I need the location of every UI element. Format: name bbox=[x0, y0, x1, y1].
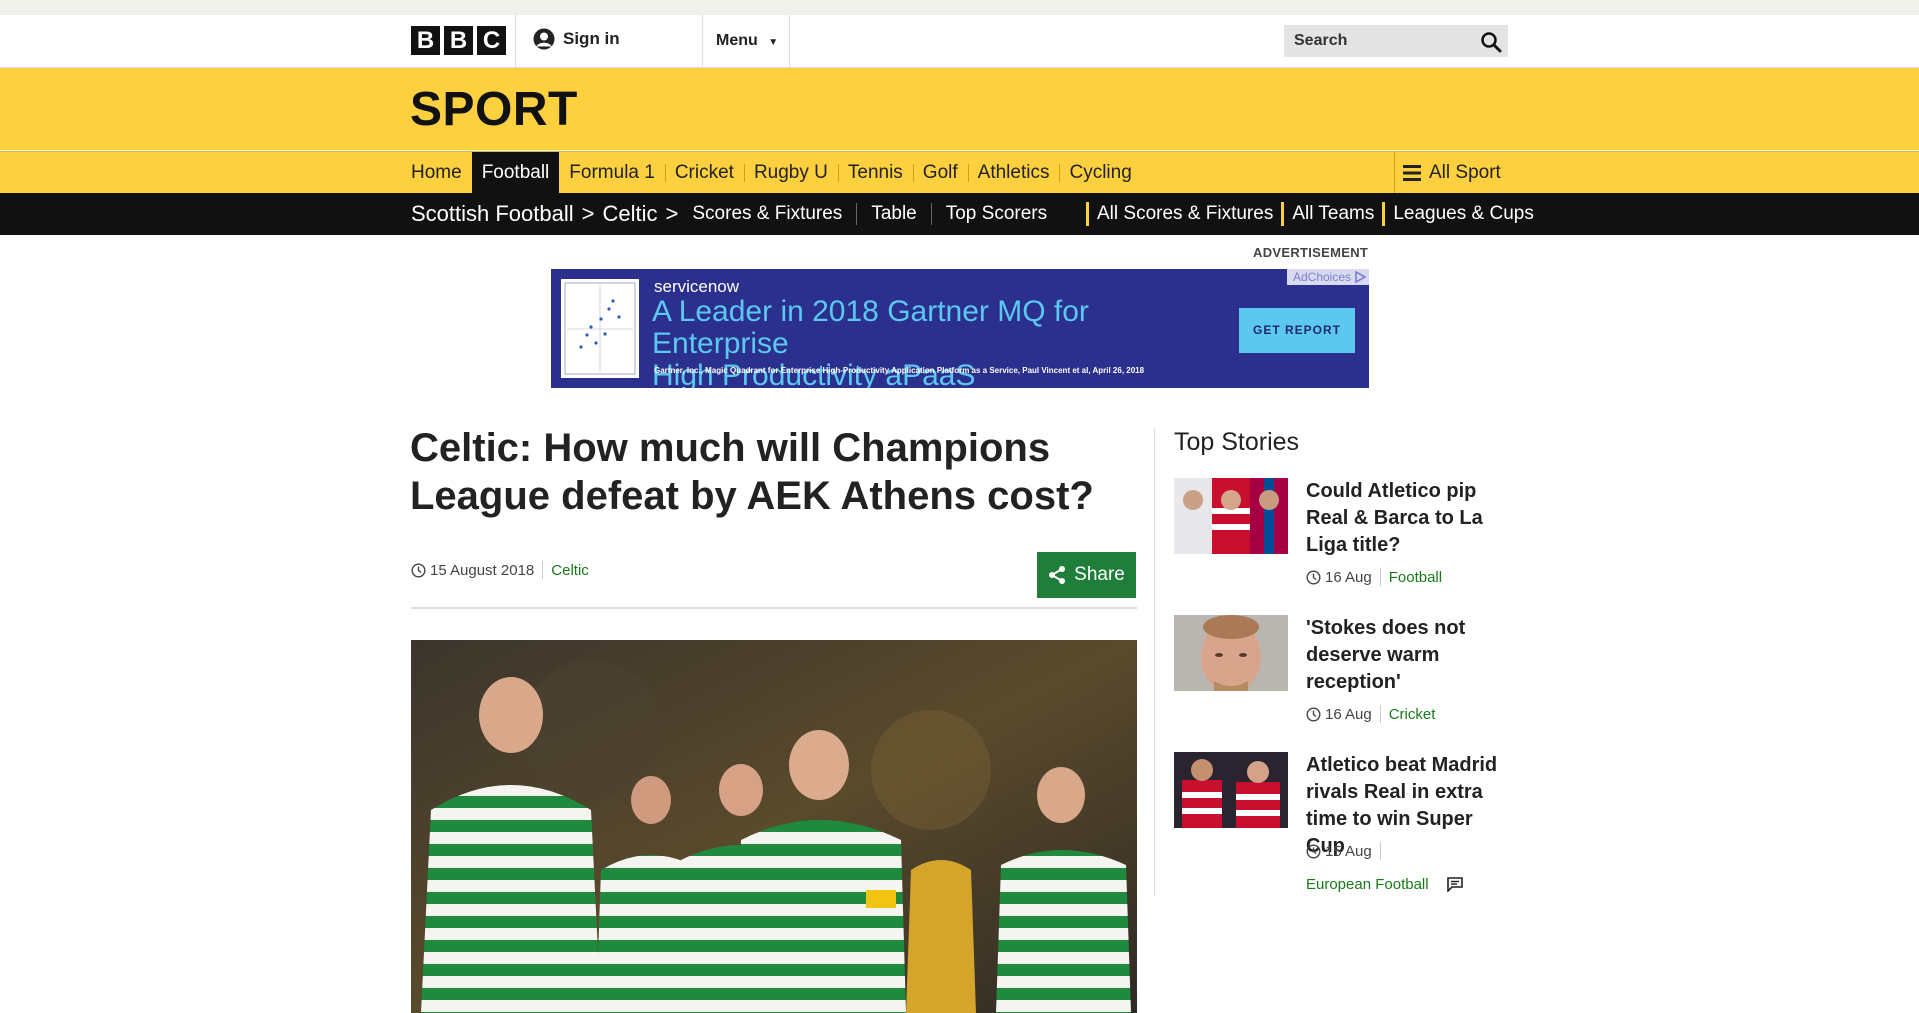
sport-title[interactable]: SPORT bbox=[410, 82, 578, 137]
sub-nav-right: All Scores & Fixtures All Teams Leagues … bbox=[1086, 193, 1542, 235]
adchoices-label: AdChoices bbox=[1292, 270, 1351, 284]
sport-nav-item-cricket[interactable]: Cricket bbox=[664, 152, 744, 194]
meta-divider bbox=[1379, 568, 1381, 586]
story-title[interactable]: Could Atletico pip Real & Barca to La Li… bbox=[1306, 478, 1511, 559]
sub-nav-leagues-cups[interactable]: Leagues & Cups bbox=[1382, 202, 1542, 226]
search-icon bbox=[1481, 32, 1502, 53]
article-headline: Celtic: How much will Champions League d… bbox=[410, 426, 1094, 518]
ad-quadrant-image bbox=[561, 279, 639, 378]
breadcrumb-scottish-football[interactable]: Scottish Football bbox=[411, 201, 574, 227]
article-date: 15 August 2018 bbox=[430, 561, 535, 579]
clock-icon bbox=[1306, 843, 1321, 859]
story-section-link[interactable]: Football bbox=[1389, 569, 1442, 586]
story-thumbnail[interactable] bbox=[1174, 478, 1288, 554]
ad-quadrant-graphic bbox=[564, 282, 636, 375]
menu-label: Menu bbox=[716, 32, 758, 49]
ad-fine-print: Gartner, Inc., Magic Quadrant for Enterp… bbox=[654, 366, 1145, 375]
all-sport-button[interactable]: All Sport bbox=[1394, 152, 1501, 194]
all-sport-label: All Sport bbox=[1429, 162, 1501, 183]
top-stories-title: Top Stories bbox=[1174, 428, 1300, 456]
clock-icon bbox=[1306, 706, 1321, 722]
hero-image-graphic bbox=[411, 640, 1137, 1013]
adchoices-badge[interactable]: AdChoices bbox=[1286, 269, 1369, 285]
meta-divider bbox=[542, 561, 544, 579]
bbc-logo[interactable]: B B C bbox=[411, 26, 506, 55]
story-date: 15 Aug bbox=[1325, 842, 1372, 860]
sub-nav-left: Scottish Football > Celtic > Scores & Fi… bbox=[411, 193, 1053, 235]
sub-nav-scores-fixtures[interactable]: Scores & Fixtures bbox=[686, 203, 848, 225]
sport-nav-item-home[interactable]: Home bbox=[411, 152, 472, 194]
chevron-right-icon: > bbox=[581, 201, 595, 226]
story-meta: 16 Aug Cricket bbox=[1306, 705, 1516, 723]
sub-nav-table[interactable]: Table bbox=[865, 203, 922, 225]
story-thumbnail-graphic bbox=[1174, 752, 1288, 828]
football-sub-nav: Scottish Football > Celtic > Scores & Fi… bbox=[0, 193, 1919, 235]
sub-nav-all-teams[interactable]: All Teams bbox=[1281, 202, 1382, 226]
ad-brand: servicenow bbox=[654, 277, 740, 296]
story-date: 16 Aug bbox=[1325, 705, 1372, 723]
sport-nav-item-cycling[interactable]: Cycling bbox=[1059, 152, 1141, 194]
sport-nav-item-tennis[interactable]: Tennis bbox=[837, 152, 913, 194]
sport-nav-item-athletics[interactable]: Athletics bbox=[967, 152, 1060, 194]
story-thumbnail-graphic bbox=[1174, 478, 1288, 554]
search-button[interactable] bbox=[1480, 31, 1502, 53]
bbc-logo-letter: B bbox=[444, 26, 473, 55]
article-section-link[interactable]: Celtic bbox=[551, 562, 589, 579]
sub-nav-divider bbox=[930, 203, 932, 225]
hero-image bbox=[411, 640, 1137, 1013]
sport-nav-item-golf[interactable]: Golf bbox=[912, 152, 968, 194]
story-meta: 16 Aug Football bbox=[1306, 568, 1516, 586]
bbc-logo-letter: B bbox=[411, 26, 440, 55]
story-meta: 15 Aug European Football bbox=[1306, 842, 1516, 893]
story-thumbnail[interactable] bbox=[1174, 615, 1288, 691]
bbc-logo-letter: C bbox=[477, 26, 506, 55]
comment-icon[interactable] bbox=[1446, 877, 1463, 892]
signin-label: Sign in bbox=[563, 29, 620, 48]
hamburger-icon bbox=[1403, 165, 1421, 181]
sub-nav-all-scores-fixtures[interactable]: All Scores & Fixtures bbox=[1086, 202, 1281, 226]
sport-nav-items: Home Football Formula 1 Cricket Rugby U … bbox=[411, 152, 1142, 194]
masthead-divider bbox=[789, 15, 790, 67]
story-section-link[interactable]: Cricket bbox=[1389, 706, 1436, 723]
share-button[interactable]: Share bbox=[1037, 552, 1136, 598]
sport-nav-item-football[interactable]: Football bbox=[471, 152, 560, 194]
story-title[interactable]: 'Stokes does not deserve warm reception' bbox=[1306, 615, 1511, 696]
search-box bbox=[1284, 25, 1508, 57]
caret-down-icon: ▼ bbox=[768, 37, 779, 48]
sport-nav-item-rugby-union[interactable]: Rugby U bbox=[743, 152, 838, 194]
story-date: 16 Aug bbox=[1325, 568, 1372, 586]
masthead-divider bbox=[515, 15, 516, 67]
sport-nav-item-formula-1[interactable]: Formula 1 bbox=[559, 152, 665, 194]
user-icon bbox=[533, 28, 555, 50]
share-label: Share bbox=[1074, 564, 1125, 585]
sidebar-divider bbox=[1154, 428, 1155, 896]
search-input[interactable] bbox=[1284, 25, 1474, 57]
meta-divider bbox=[1379, 842, 1381, 860]
adchoices-icon bbox=[1355, 271, 1366, 283]
clock-icon bbox=[1306, 569, 1321, 585]
sport-banner: SPORT bbox=[0, 68, 1919, 150]
meta-divider bbox=[1379, 705, 1381, 723]
article-meta: 15 August 2018 Celtic bbox=[411, 561, 589, 579]
advertisement-banner[interactable]: servicenow A Leader in 2018 Gartner MQ f… bbox=[551, 269, 1369, 388]
story-thumbnail-graphic bbox=[1174, 615, 1288, 691]
menu-button[interactable]: Menu ▼ bbox=[716, 32, 778, 50]
sub-nav-top-scorers[interactable]: Top Scorers bbox=[940, 203, 1053, 225]
sub-nav-divider bbox=[856, 203, 858, 225]
ad-headline-line: A Leader in 2018 Gartner MQ for Enterpri… bbox=[652, 295, 1089, 360]
top-strip bbox=[0, 0, 1919, 15]
story-thumbnail[interactable] bbox=[1174, 752, 1288, 828]
clock-icon bbox=[411, 562, 426, 578]
meta-divider-rule bbox=[411, 607, 1137, 609]
ad-get-report-button[interactable]: GET REPORT bbox=[1239, 308, 1355, 353]
story-section-link[interactable]: European Football bbox=[1306, 876, 1429, 893]
signin-button[interactable]: Sign in bbox=[533, 28, 620, 50]
share-icon bbox=[1049, 566, 1066, 584]
masthead-divider bbox=[702, 15, 703, 67]
sport-nav: Home Football Formula 1 Cricket Rugby U … bbox=[0, 151, 1919, 194]
chevron-right-icon: > bbox=[665, 201, 679, 226]
masthead: B B C Sign in Menu ▼ bbox=[0, 15, 1919, 68]
advertisement-label: ADVERTISEMENT bbox=[1253, 245, 1369, 260]
breadcrumb-celtic[interactable]: Celtic bbox=[603, 201, 658, 227]
